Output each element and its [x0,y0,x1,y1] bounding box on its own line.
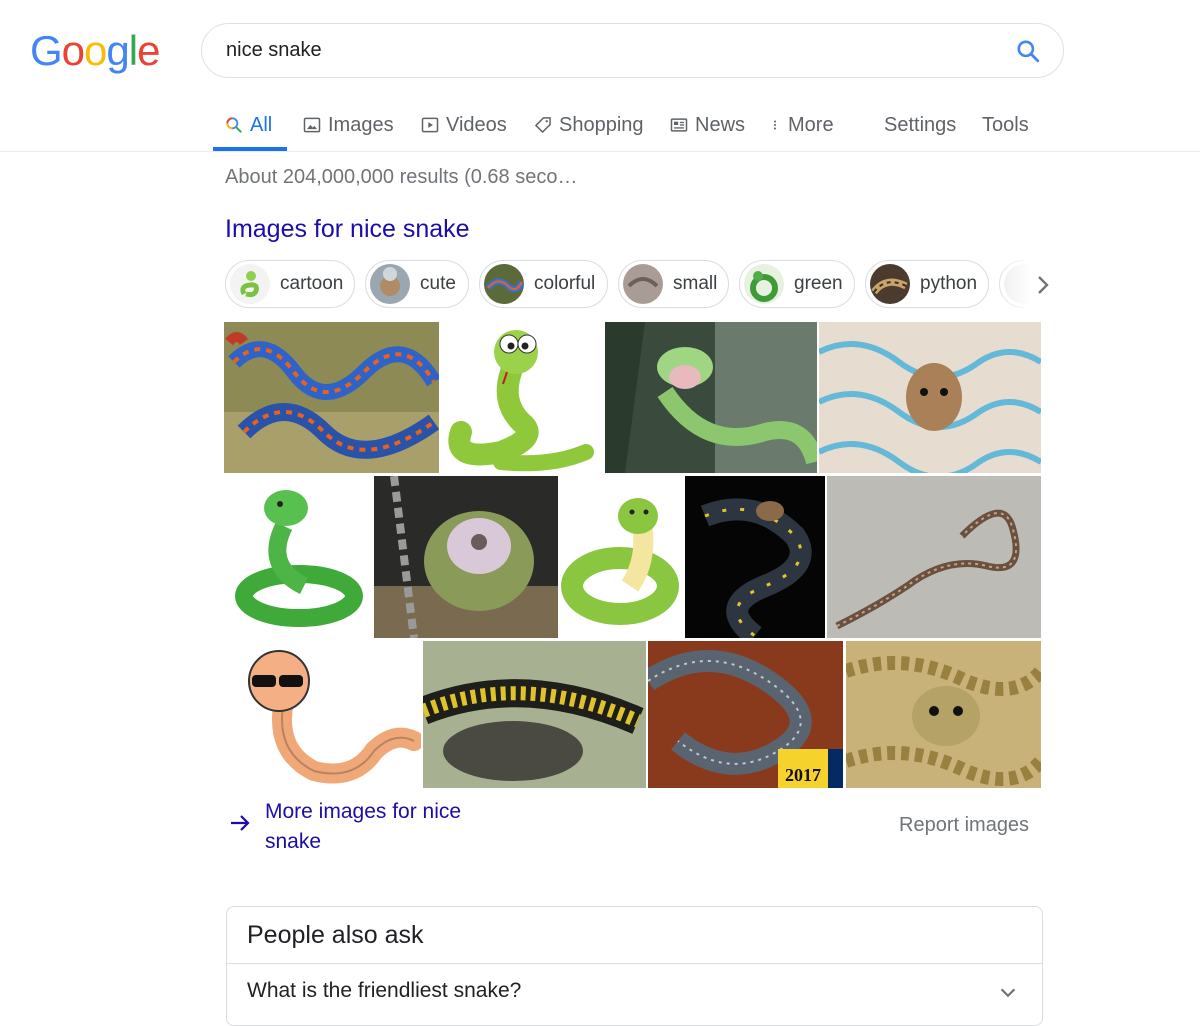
tab-label: Tools [982,113,1029,136]
tab-label: Images [328,113,394,136]
chip-thumbnail [484,264,524,304]
logo-letter: o [61,27,85,74]
people-also-ask: People also ask What is the friendliest … [226,906,1043,1026]
chevron-right-icon[interactable] [1033,273,1053,297]
tab-shopping[interactable]: Shopping [533,100,644,150]
active-tab-indicator [213,147,287,151]
chip-thumbnail [230,264,270,304]
chip-thumbnail [744,264,784,304]
logo-letter: g [106,27,129,74]
chip-thumbnail [370,264,410,304]
chip-label: cartoon [280,273,344,294]
search-icon[interactable] [1015,38,1041,64]
snake-image-result[interactable] [685,476,825,638]
image-icon [303,117,321,133]
chip-green[interactable]: green [739,260,855,308]
tab-images[interactable]: Images [302,100,394,150]
news-icon [670,118,688,132]
logo-letter: e [137,27,160,74]
tab-tools[interactable]: Tools [982,100,1029,150]
tab-label: Shopping [559,113,644,136]
chip-thumbnail [870,264,910,304]
search-icon [226,117,242,133]
more-vert-icon [773,120,777,130]
snake-image-result[interactable] [224,641,421,788]
snake-image-result[interactable] [224,476,372,638]
logo-letter: G [30,27,63,74]
image-refinement-chips: cartoon cute colorful small green python [225,260,1055,310]
snake-image-result[interactable] [605,322,817,473]
question-item[interactable]: What is the friendliest snake? [247,979,521,1003]
snake-image-result[interactable] [819,322,1041,473]
year-badge-text: 2017 [785,765,821,785]
chip-label: colorful [534,273,596,294]
chip-cartoon[interactable]: cartoon [225,260,355,308]
chip-small[interactable]: small [618,260,729,308]
tab-news[interactable]: News [669,100,745,150]
more-images-label: More images for nice snake [265,800,462,853]
snake-image-result[interactable] [827,476,1041,638]
chip-label: cute [420,273,456,294]
snake-image-result[interactable] [846,641,1041,788]
result-stats: About 204,000,000 results (0.68 seco… [225,166,578,188]
chip-label: python [920,273,978,294]
tab-label: News [695,113,746,136]
snake-image-result[interactable]: 2017 [648,641,843,788]
year-badge: 2017 [778,749,828,788]
snake-image-result[interactable] [374,476,558,638]
chip-colorful[interactable]: colorful [479,260,608,308]
chip-python[interactable]: python [865,260,989,308]
images-heading-link[interactable]: Images for nice snake [225,215,470,244]
tab-settings[interactable]: Settings [884,100,956,150]
chip-label: green [794,273,843,294]
search-box [201,23,1064,78]
logo-letter: o [84,27,107,74]
tab-label: Settings [884,113,957,136]
search-tabs: All Images Videos Shopping News More Set… [0,100,1200,152]
video-icon [421,117,439,133]
tab-videos[interactable]: Videos [420,100,507,150]
arrow-right-icon [231,815,250,831]
chip-label: small [673,273,718,294]
google-logo[interactable]: Google [30,27,160,74]
chip-thumbnail [623,264,663,304]
snake-image-result[interactable] [441,322,603,473]
tab-more[interactable]: More [768,100,834,150]
tab-label: All [250,113,273,136]
divider [227,963,1042,964]
search-input[interactable] [226,24,986,77]
chip-cute[interactable]: cute [365,260,469,308]
publisher-badge [828,749,843,788]
people-also-ask-title: People also ask [247,921,424,949]
tab-all[interactable]: All [224,100,272,150]
logo-letter: l [128,27,138,74]
snake-image-result[interactable] [560,476,683,638]
tab-label: Videos [446,113,507,136]
tag-icon [535,117,551,133]
snake-image-result[interactable] [423,641,646,788]
report-images-link[interactable]: Report images [899,814,1029,837]
snake-image-result[interactable] [224,322,439,473]
tab-label: More [788,113,834,136]
